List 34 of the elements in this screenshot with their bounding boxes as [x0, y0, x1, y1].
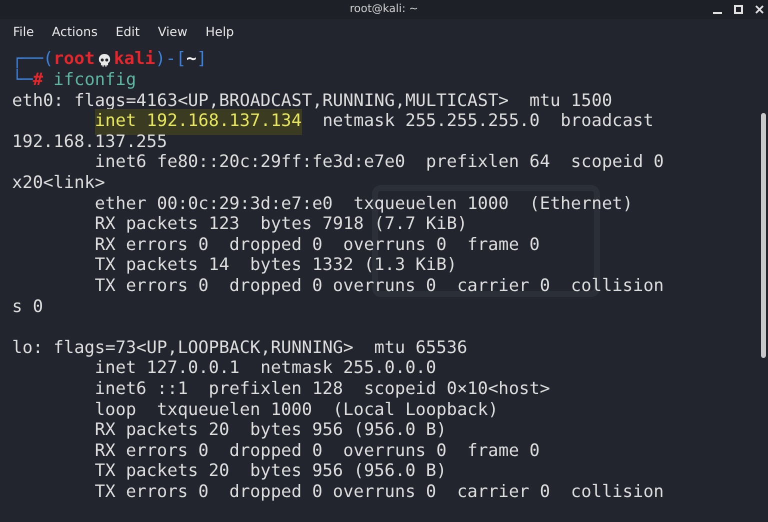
output-line: lo: flags=73<UP,LOOPBACK,RUNNING> mtu 65536 [12, 336, 468, 360]
output-line: RX packets 123 bytes 7918 (7.7 KiB) [94, 213, 468, 236]
prompt-frame: ] [196, 47, 207, 74]
scrollbar-thumb[interactable] [760, 113, 766, 358]
prompt-user: root [53, 48, 95, 72]
command-text: ifconfig [53, 69, 136, 92]
output-line: inet6 fe80::20c:29ff:fe3d:e7e0 prefixlen 64 scopeid 0 [94, 151, 664, 174]
output-line: inet6 ::1 prefixlen 128 scopeid 0×10<host> [94, 378, 550, 401]
output-line: RX errors 0 dropped 0 overruns 0 frame 0 [94, 234, 540, 257]
menu-item[interactable]: View [158, 22, 188, 42]
prompt-frame: )-[ [155, 47, 186, 74]
output-line: RX errors 0 dropped 0 overruns 0 frame 0 [94, 440, 540, 463]
window-title: root@kali: ~ [350, 1, 418, 18]
prompt-host: kali [114, 48, 156, 72]
output-line: TX packets 20 bytes 956 (956.0 B) [94, 460, 447, 484]
output-line: RX packets 20 bytes 956 (956.0 B) [94, 419, 447, 442]
output-line: ether 00:0c:29:3d:e7:e0 txqueuelen 1000 (Ethernet) [94, 192, 633, 216]
skull-icon [96, 52, 112, 68]
menu-item[interactable]: Help [205, 22, 234, 42]
menu-item[interactable]: Edit [116, 22, 140, 42]
output-line: TX errors 0 dropped 0 overruns 0 carrier 0 collision [94, 480, 664, 504]
close-icon[interactable] [755, 5, 764, 14]
output-line: s 0 [12, 296, 44, 319]
menu-item[interactable]: File [13, 22, 34, 42]
prompt-path: ~ [186, 48, 197, 72]
output-line: inet 127.0.0.1 netmask 255.0.0.0 [94, 357, 436, 380]
output-line: netmask 255.255.255.0 broadcast [321, 110, 654, 134]
menu-item[interactable]: Actions [52, 22, 98, 42]
output-line: TX errors 0 dropped 0 overruns 0 carrier 0 collision [94, 274, 664, 298]
output-line: TX packets 14 bytes 1332 (1.3 KiB) [94, 254, 457, 278]
maximize-icon[interactable] [734, 5, 743, 14]
highlighted-output-text: inet 192.168.137.134 [94, 109, 302, 135]
output-line: loop txqueuelen 1000 (Local Loopback) [94, 398, 498, 422]
output-line: x20<link> [12, 172, 106, 195]
